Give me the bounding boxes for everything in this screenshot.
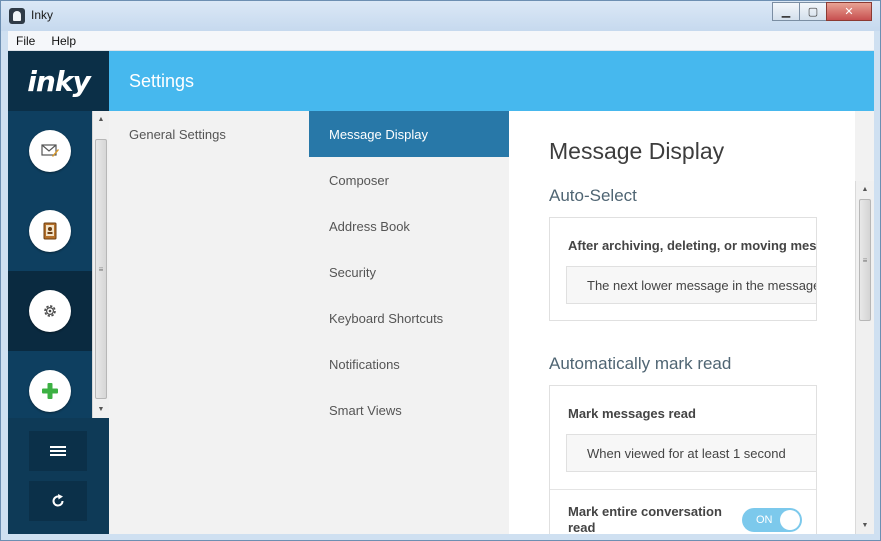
section-heading-mark-read: Automatically mark read [549,354,732,373]
mark-read-card: Mark messages read When viewed for at le… [549,385,817,534]
auto-select-label: After archiving, deleting, or moving mes… [568,238,817,253]
auto-select-dropdown[interactable]: The next lower message in the message li… [566,266,816,304]
rail-scroll-thumb[interactable]: ≡ [95,139,107,399]
maximize-button[interactable]: ▢ [799,2,827,21]
subcategory-address-book[interactable]: Address Book [309,203,509,249]
mark-conversation-label: Mark entire conversation read [568,504,722,534]
address-book-icon [43,222,57,240]
rail-bottom [8,418,109,534]
mark-conversation-toggle[interactable]: ON [742,508,802,532]
window-title: Inky [31,8,54,22]
settings-header: Settings [109,51,874,111]
app-content: inky ▲ ≡ ▼ Settings General Settings Mes… [8,51,874,534]
grip-icon: ≡ [98,264,104,274]
window-controls: ▁ ▢ ✕ [772,2,872,21]
rail-scroll-down-arrow[interactable]: ▼ [93,401,109,418]
rail-circle [29,130,71,172]
subcategory-message-display[interactable]: Message Display [309,111,509,157]
auto-select-card: After archiving, deleting, or moving mes… [549,217,817,321]
left-rail: inky ▲ ≡ ▼ [8,51,109,534]
inky-logo: inky [27,64,90,98]
settings-category-list: General Settings [109,111,309,534]
rail-circle [29,290,71,332]
close-button[interactable]: ✕ [826,2,872,21]
content-scroll-up-arrow[interactable]: ▲ [856,181,874,198]
settings-gear-icon [44,305,56,317]
toggle-state-text: ON [756,514,773,526]
rail-item-compose[interactable] [8,111,92,191]
subcategory-notifications[interactable]: Notifications [309,341,509,387]
content-scroll-down-arrow[interactable]: ▼ [856,517,874,534]
card-divider [550,489,816,490]
subcategory-smart-views[interactable]: Smart Views [309,387,509,433]
mark-read-label: Mark messages read [568,406,696,421]
content-scrollbar[interactable]: ▲ ≡ ▼ [855,181,874,534]
logo-cell: inky [8,51,109,111]
page-title: Settings [129,71,195,91]
app-icon [9,8,25,24]
rail-item-address-book[interactable] [8,191,92,271]
settings-content-panel: Message Display Auto-Select After archiv… [509,111,855,534]
app-window: Inky ▁ ▢ ✕ File Help inky ▲ ≡ ▼ Settings… [0,0,881,541]
rail-circle [29,370,71,412]
menu-file[interactable]: File [8,34,43,48]
rail-scroll-up-arrow[interactable]: ▲ [93,111,109,128]
grip-icon: ≡ [862,255,868,265]
title-bar: Inky ▁ ▢ ✕ [1,1,880,31]
subcategory-composer[interactable]: Composer [309,157,509,203]
content-title: Message Display [549,138,725,164]
rail-circle [29,210,71,252]
mail-compose-icon [41,144,59,157]
menu-help[interactable]: Help [43,34,84,48]
toggle-knob [780,510,800,530]
add-account-icon [42,383,58,399]
menu-bar: File Help [8,31,874,51]
rail-scroll-area: ▲ ≡ ▼ [8,111,109,431]
refresh-button[interactable] [29,481,87,521]
subcategory-security[interactable]: Security [309,249,509,295]
subcategory-keyboard-shortcuts[interactable]: Keyboard Shortcuts [309,295,509,341]
settings-subcategory-list: Message Display Composer Address Book Se… [309,111,509,534]
category-general-settings[interactable]: General Settings [129,127,226,142]
mark-read-dropdown[interactable]: When viewed for at least 1 second [566,434,816,472]
section-heading-auto-select: Auto-Select [549,186,637,205]
menu-button[interactable] [29,431,87,471]
minimize-button[interactable]: ▁ [772,2,800,21]
rail-scrollbar[interactable]: ▲ ≡ ▼ [92,111,109,418]
rail-item-settings[interactable] [8,271,92,351]
hamburger-menu-icon [50,446,66,456]
refresh-icon [52,494,64,507]
content-scroll-thumb[interactable]: ≡ [859,199,871,321]
